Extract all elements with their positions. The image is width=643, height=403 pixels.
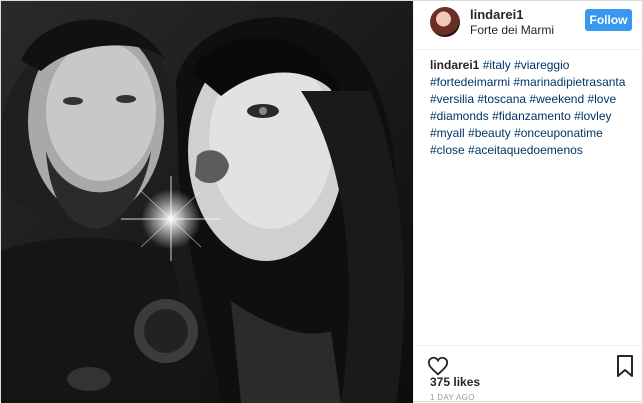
- bookmark-icon[interactable]: [616, 355, 634, 377]
- hashtag-link[interactable]: #italy: [483, 58, 511, 72]
- hashtag-link[interactable]: #marinadipietrasanta: [513, 75, 625, 89]
- caption-username[interactable]: lindarei1: [430, 58, 479, 72]
- hashtag-link[interactable]: #beauty: [468, 126, 511, 140]
- location-link[interactable]: Forte dei Marmi: [470, 23, 554, 37]
- hashtag-list: #italy #viareggio #fortedeimarmi #marina…: [430, 58, 625, 157]
- hashtag-link[interactable]: #onceuponatime: [514, 126, 603, 140]
- hashtag-link[interactable]: #weekend: [529, 92, 584, 106]
- likes-count[interactable]: 375 likes: [430, 375, 480, 389]
- hashtag-link[interactable]: #diamonds: [430, 109, 489, 123]
- caption: lindarei1 #italy #viareggio #fortedeimar…: [430, 57, 634, 159]
- post-sidebar: lindarei1 Forte dei Marmi Follow lindare…: [413, 1, 643, 403]
- instagram-post: lindarei1 Forte dei Marmi Follow lindare…: [0, 0, 643, 403]
- hashtag-link[interactable]: #close: [430, 143, 465, 157]
- follow-button[interactable]: Follow: [585, 9, 632, 31]
- post-header: lindarei1 Forte dei Marmi Follow: [414, 1, 643, 50]
- hashtag-link[interactable]: #fidanzamento: [492, 109, 571, 123]
- hashtag-link[interactable]: #viareggio: [514, 58, 569, 72]
- post-photo-image: [1, 1, 413, 403]
- post-timestamp[interactable]: 1 DAY AGO: [430, 393, 475, 402]
- post-photo[interactable]: [1, 1, 413, 403]
- hashtag-link[interactable]: #myall: [430, 126, 465, 140]
- hashtag-link[interactable]: #toscana: [477, 92, 526, 106]
- hashtag-link[interactable]: #love: [587, 92, 616, 106]
- hashtag-link[interactable]: #lovley: [574, 109, 611, 123]
- avatar[interactable]: [430, 7, 460, 37]
- username-link[interactable]: lindarei1: [470, 7, 523, 22]
- hashtag-link[interactable]: #fortedeimarmi: [430, 75, 510, 89]
- heart-icon[interactable]: [427, 355, 449, 377]
- hashtag-link[interactable]: #aceitaquedoemenos: [468, 143, 583, 157]
- hashtag-link[interactable]: #versilia: [430, 92, 474, 106]
